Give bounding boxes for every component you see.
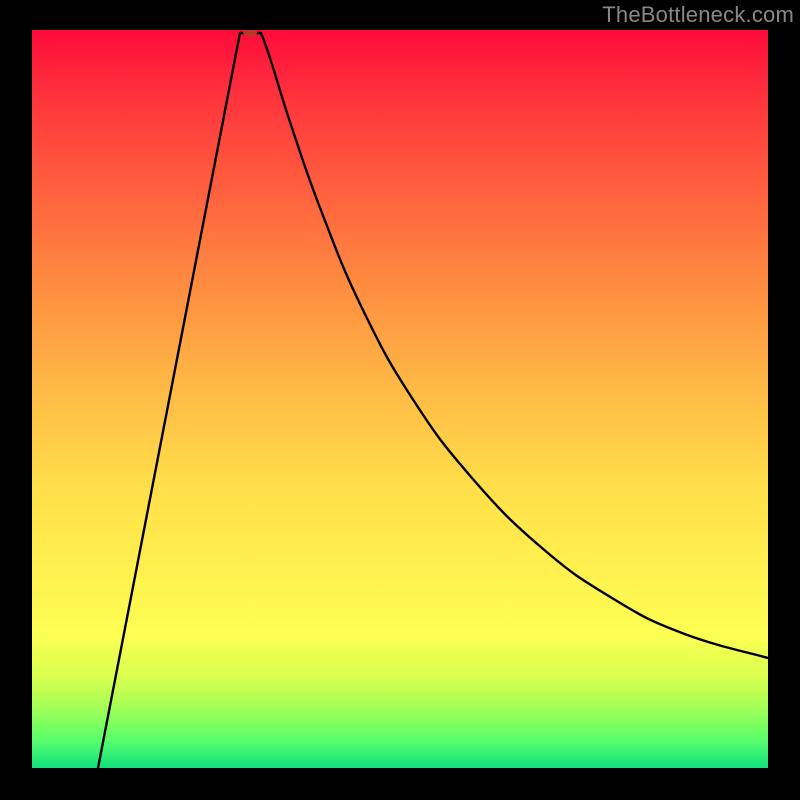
bottleneck-curve-line [98,33,768,768]
chart-svg [32,30,768,768]
chart-plot-area [32,30,768,768]
minimum-marker-dot [243,30,257,37]
attribution-text: TheBottleneck.com [602,2,794,28]
